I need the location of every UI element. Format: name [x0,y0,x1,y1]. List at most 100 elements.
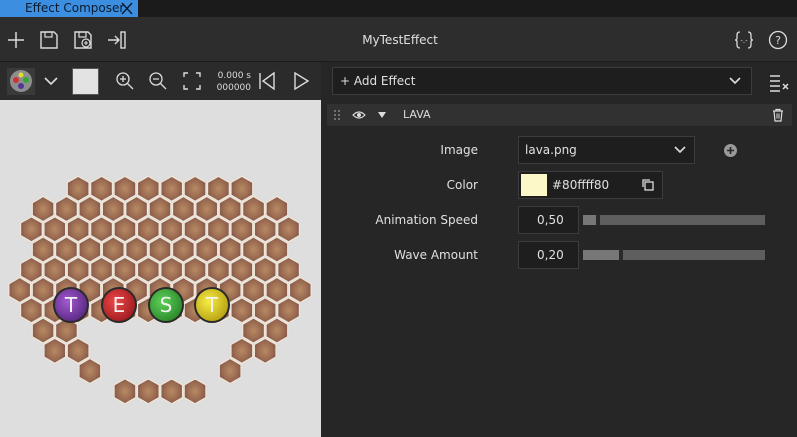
lava-hex-tile [230,297,254,324]
effect-title: MyTestEffect [362,33,438,47]
time-readout: 0.000 s 000000 [213,70,251,94]
badge-letter: T [205,293,219,317]
lava-hex-tile [66,175,90,202]
close-icon[interactable] [120,0,134,17]
lava-hex-tile [31,317,55,344]
lava-hex-tile [125,195,148,223]
add-effect-dropdown[interactable]: + Add Effect [332,67,752,95]
lava-hex-tile [207,216,230,243]
lava-hex-tile [265,317,289,344]
animation-speed-slider[interactable] [583,214,765,226]
lava-hex-tile [253,256,277,283]
lava-hex-tile [55,195,78,223]
lava-hex-tile [195,236,219,263]
lava-hex-tile [172,236,195,263]
copy-icon[interactable] [641,178,655,192]
lava-hex-tile [101,195,125,223]
animation-speed-input[interactable]: 0,50 [518,206,579,234]
lava-hex-tile [253,216,277,243]
lava-hex-tile [113,175,137,202]
fit-to-view-icon[interactable] [181,70,203,92]
lava-hex-tile [253,337,277,364]
save-as-icon[interactable] [72,29,94,51]
lava-hex-tile [136,175,160,202]
effect-stack-panel: + Add Effect LAVA Image lava.png Color #… [322,62,797,437]
help-icon[interactable]: ? [767,29,789,51]
background-color-swatch[interactable] [72,68,99,95]
color-label: Color [446,178,478,192]
lava-hex-tile [242,317,265,344]
animation-speed-slider-handle[interactable] [596,214,600,226]
color-swatch[interactable] [521,174,547,196]
lava-hex-tile [218,195,242,223]
add-icon[interactable] [5,29,27,51]
lava-hex-tile [183,378,207,405]
animation-speed-slider-fill [583,215,596,225]
lava-hex-tile [160,175,184,202]
lava-hex-tile [183,175,207,202]
lava-hex-tile [43,216,67,243]
assign-to-item-icon[interactable] [106,29,128,51]
lava-hex-tile [160,378,184,405]
image-value: lava.png [525,143,577,157]
lava-hex-tile [101,236,125,263]
lava-hex-tile [31,195,55,223]
lava-hex-tile [66,256,90,283]
zoom-out-icon[interactable] [147,70,169,92]
lava-hex-tile [253,297,277,324]
lava-hex-tile [90,216,113,243]
lava-hex-tile [242,195,265,223]
lava-hex-tile [288,276,312,304]
wave-amount-value: 0,20 [537,248,564,262]
play-icon[interactable] [290,70,312,92]
lava-hex-tile [20,216,43,243]
image-dropdown[interactable]: lava.png [518,136,695,164]
lava-hex-tile [78,195,102,223]
tab-effect-composer[interactable]: Effect Composer [0,0,138,17]
lava-hex-tile [113,216,137,243]
main-toolbar: MyTestEffect -.- ? [0,17,797,62]
lava-hex-tile [90,256,113,283]
wave-amount-slider-fill [583,250,619,260]
lava-hex-tile [148,236,172,263]
lava-hex-tile [31,236,55,263]
add-image-icon[interactable] [723,143,738,158]
tab-title: Effect Composer [25,1,125,15]
zoom-in-icon[interactable] [114,70,136,92]
eye-icon[interactable] [352,108,366,122]
animation-speed-label: Animation Speed [375,213,478,227]
delete-icon[interactable] [771,108,785,122]
lava-hex-tile [20,297,43,324]
lava-hex-tile [20,256,43,283]
wave-amount-slider-handle[interactable] [619,249,623,261]
lava-hex-tile [148,195,172,223]
lava-hex-tile [113,378,137,405]
image-label: Image [440,143,478,157]
preview-image: T E S T [8,175,312,405]
chevron-down-icon[interactable] [40,71,62,91]
lava-hex-tile [66,216,90,243]
drag-handle-icon[interactable] [333,109,341,121]
lava-hex-tile [183,216,207,243]
lava-hex-tile [136,256,160,283]
collapse-triangle-icon[interactable] [377,111,387,119]
code-view-icon[interactable]: -.- [733,29,755,51]
lava-hex-tile [218,236,242,263]
lava-hex-tile [242,236,265,263]
lava-hex-tile [136,216,160,243]
time-frames: 000000 [216,83,251,93]
restart-animation-icon[interactable] [256,70,278,92]
preview-source-thumbnail[interactable] [7,68,35,95]
lava-hex-tile [113,256,137,283]
effect-node-name: LAVA [403,108,431,121]
time-seconds: 0.000 s [217,71,251,81]
remove-all-effects-icon[interactable] [768,72,790,94]
lava-hex-tile [172,195,195,223]
save-icon[interactable] [38,29,60,51]
lava-hex-tile [8,276,32,304]
badge-letter: T [64,293,78,317]
wave-amount-slider[interactable] [583,249,765,261]
preview-toolbar: 0.000 s 000000 [0,62,321,100]
wave-amount-input[interactable]: 0,20 [518,241,579,269]
lava-hex-tile [160,256,184,283]
